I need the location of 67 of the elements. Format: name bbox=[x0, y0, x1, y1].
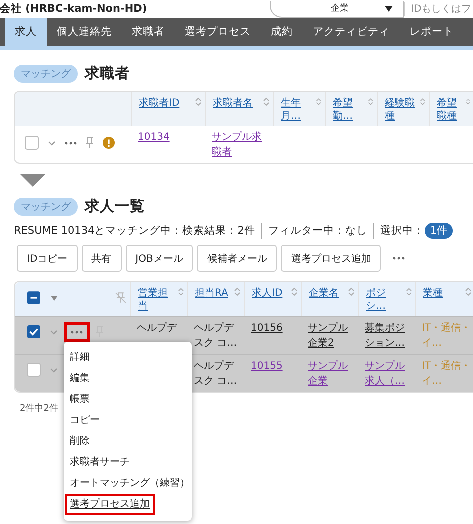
more-icon[interactable] bbox=[393, 257, 406, 260]
action-button[interactable]: IDコピー bbox=[17, 245, 78, 272]
dropdown-triangle-icon bbox=[385, 6, 393, 12]
unpin-icon[interactable] bbox=[115, 292, 127, 304]
company-name: 会社 (HRBC-kam-Non-HD) bbox=[0, 2, 148, 16]
sort-icon[interactable] bbox=[420, 97, 426, 107]
menu-item[interactable]: 帳票 bbox=[65, 389, 95, 410]
sort-icon[interactable] bbox=[234, 287, 241, 297]
checkbox[interactable] bbox=[27, 291, 41, 305]
action-button[interactable]: 候補者メール bbox=[197, 245, 278, 272]
menu-item[interactable]: コピー bbox=[65, 410, 105, 431]
action-button[interactable]: 選考プロセス追加 bbox=[281, 245, 382, 272]
pin-icon[interactable] bbox=[86, 137, 94, 149]
menu-item[interactable]: 選考プロセス追加 bbox=[65, 494, 155, 515]
sort-icon[interactable] bbox=[178, 287, 184, 297]
sort-icon[interactable] bbox=[348, 287, 355, 297]
search-summary: RESUME 10134とマッチング中：検索結果：2件 bbox=[14, 224, 256, 238]
table-link[interactable]: サンプル求職者 bbox=[212, 131, 270, 160]
section-title: 求人一覧 bbox=[85, 198, 145, 216]
chevron-icon[interactable] bbox=[50, 368, 58, 372]
section-title: 求職者 bbox=[85, 64, 130, 83]
down-triangle-icon bbox=[20, 174, 46, 187]
sort-icon[interactable] bbox=[465, 287, 472, 297]
pagination-count: 2件中2件 bbox=[20, 402, 60, 415]
sort-icon[interactable] bbox=[316, 97, 322, 107]
more-button[interactable] bbox=[67, 325, 87, 339]
nav-tab[interactable]: 選考プロセス bbox=[175, 18, 261, 46]
menu-item[interactable]: 求職者サーチ bbox=[65, 452, 135, 473]
menu-item[interactable]: オートマッチング（練習） bbox=[65, 473, 195, 494]
more-icon[interactable] bbox=[65, 142, 77, 144]
chevron-icon[interactable] bbox=[50, 330, 58, 334]
sort-icon[interactable] bbox=[406, 287, 412, 297]
matching-badge: マッチング bbox=[14, 64, 78, 82]
menu-item[interactable]: 詳細 bbox=[65, 347, 95, 368]
more-icon[interactable] bbox=[71, 330, 83, 334]
checkbox[interactable] bbox=[27, 325, 41, 339]
table-cell-text: ヘルプデスク コ… bbox=[194, 360, 238, 388]
table-link[interactable]: 10134 bbox=[138, 131, 202, 146]
chevron-icon[interactable] bbox=[48, 140, 56, 146]
dropdown-triangle-icon[interactable] bbox=[50, 296, 58, 300]
nav-tab[interactable]: 求職者 bbox=[122, 18, 175, 46]
nav-tab[interactable]: 個人連絡先 bbox=[47, 18, 122, 46]
sort-icon[interactable] bbox=[368, 97, 374, 107]
search-field[interactable]: IDもしくはフ bbox=[404, 2, 473, 16]
nav-tab[interactable]: 求人 bbox=[5, 18, 47, 46]
sort-icon[interactable] bbox=[466, 97, 471, 107]
selection-count-badge: 1件 bbox=[425, 223, 454, 239]
sort-icon[interactable] bbox=[263, 97, 270, 107]
action-button[interactable]: JOBメール bbox=[126, 245, 194, 272]
filter-status: フィルター中：なし bbox=[268, 224, 368, 238]
menu-item[interactable]: 編集 bbox=[65, 368, 95, 389]
sort-icon[interactable] bbox=[291, 287, 298, 297]
column-header[interactable]: 業種 bbox=[423, 287, 443, 300]
action-button[interactable]: 共有 bbox=[82, 245, 122, 272]
menu-item[interactable]: 削除 bbox=[65, 431, 95, 452]
nav-tab[interactable]: アクティビティ bbox=[303, 18, 400, 46]
industry-text: IT・通信・イ… bbox=[422, 360, 472, 388]
checkbox[interactable] bbox=[27, 363, 41, 377]
checkbox[interactable] bbox=[25, 136, 39, 150]
table-cell-text: ヘルプデスク コ… bbox=[194, 322, 238, 350]
sort-icon[interactable] bbox=[195, 97, 202, 107]
table-cell-text: ヘルプデ bbox=[137, 322, 178, 336]
matching-badge: マッチング bbox=[14, 198, 78, 216]
industry-text: IT・通信・イ… bbox=[422, 322, 472, 350]
nav-tab[interactable]: 成約 bbox=[261, 18, 303, 46]
nav-tab[interactable]: レポート bbox=[400, 18, 464, 46]
selection-label: 選択中： bbox=[380, 224, 424, 238]
